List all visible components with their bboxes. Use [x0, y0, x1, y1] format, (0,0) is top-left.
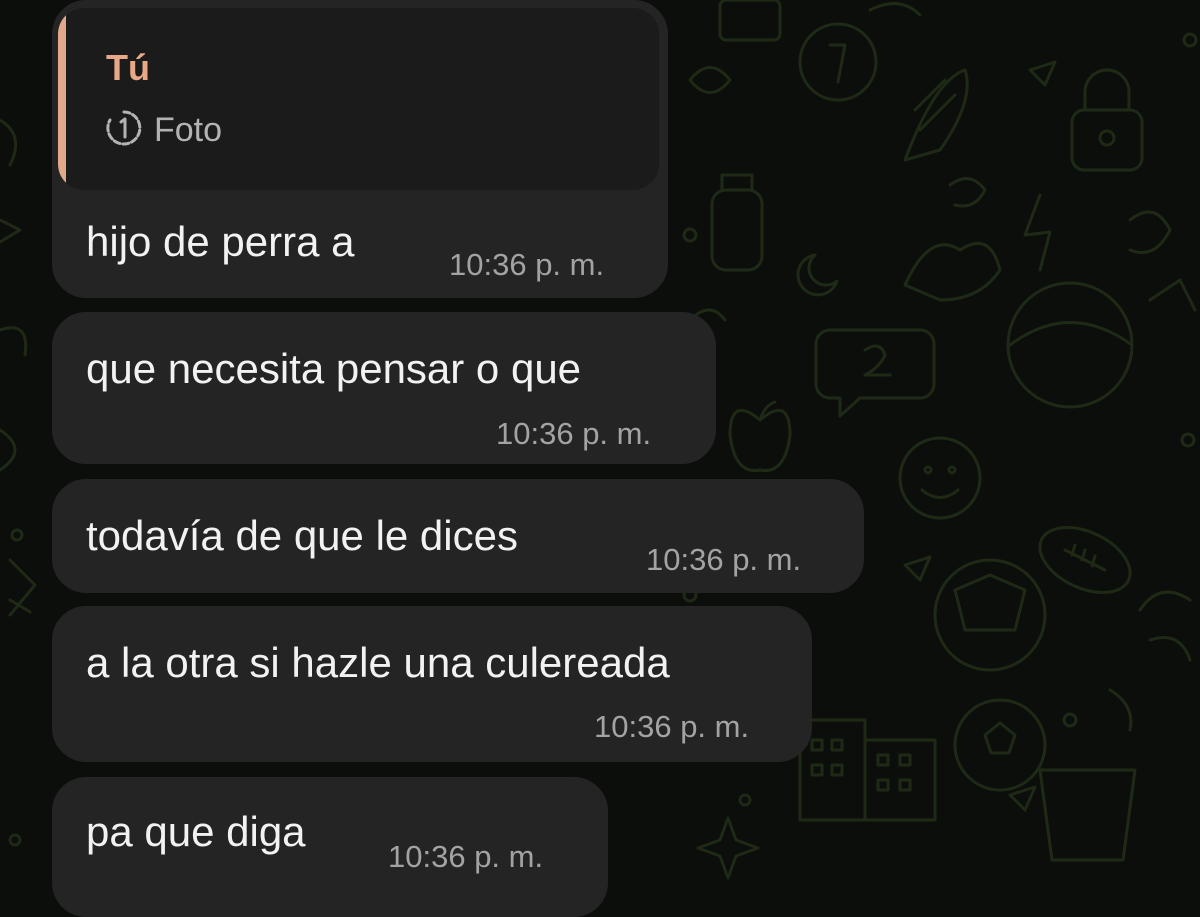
chat-doodle-icon [814, 328, 936, 418]
bottle-doodle-icon [710, 188, 764, 272]
message-time: 10:36 p. m. [449, 247, 605, 282]
quoted-message[interactable]: Tú Foto [58, 8, 659, 190]
view-once-icon [106, 110, 142, 146]
sparkle-doodle-icon [696, 816, 760, 880]
smiley-doodle-icon [898, 436, 982, 520]
quoted-label: Foto [154, 111, 223, 149]
lightning-doodle-icon [1023, 193, 1052, 272]
message-text: hijo de perra a [86, 218, 355, 265]
message-time: 10:36 p. m. [496, 416, 652, 451]
clock-doodle-icon [798, 22, 878, 102]
quote-accent-bar [58, 8, 66, 190]
soccer-doodle-icon [953, 698, 1047, 792]
message-time: 10:36 p. m. [646, 542, 802, 577]
message-text: pa que diga [86, 808, 306, 855]
message-time: 10:36 p. m. [388, 839, 544, 874]
hand-doodle-icon [903, 241, 1002, 302]
message-time: 10:36 p. m. [594, 709, 750, 744]
message-text: todavía de que le dices [86, 512, 518, 559]
helmet-doodle-icon [1006, 281, 1134, 409]
message-text: a la otra si hazle una culereada [86, 639, 670, 686]
message-text: que necesita pensar o que [86, 345, 582, 392]
moon-doodle-icon [796, 253, 839, 297]
plane-doodle-icon [1028, 60, 1057, 87]
pot-doodle-icon [1038, 768, 1137, 862]
quoted-author: Tú [106, 47, 150, 88]
lock-doodle-icon [1070, 108, 1144, 172]
